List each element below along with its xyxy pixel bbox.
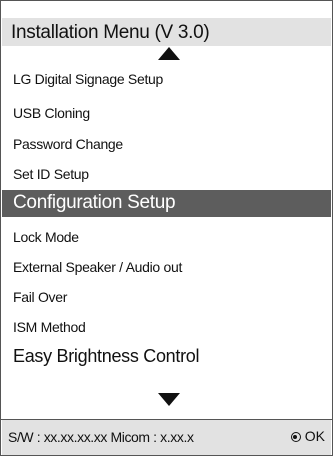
menu-item-usb-cloning[interactable]: USB Cloning (2, 101, 331, 125)
menu-title: Installation Menu (V 3.0) (11, 22, 210, 43)
software-version-text: S/W : xx.xx.xx.xx Micom : x.xx.x (8, 429, 194, 445)
ok-button-icon (290, 432, 301, 442)
menu-item-set-id-setup[interactable]: Set ID Setup (2, 162, 331, 186)
ok-button[interactable]: OK (290, 428, 325, 444)
footer-bar: S/W : xx.xx.xx.xx Micom : x.xx.x OK (2, 420, 331, 455)
menu-item-label: External Speaker / Audio out (13, 259, 183, 275)
menu-item-lock-mode[interactable]: Lock Mode (2, 225, 331, 249)
title-bar: Installation Menu (V 3.0) (2, 18, 331, 46)
menu-item-label: ISM Method (13, 319, 86, 335)
menu-item-lg-digital-signage-setup[interactable]: LG Digital Signage Setup (2, 67, 331, 91)
menu-item-label: Easy Brightness Control (13, 346, 200, 366)
menu-item-external-speaker-audio-out[interactable]: External Speaker / Audio out (2, 255, 331, 279)
ok-label: OK (304, 428, 325, 444)
scroll-down-arrow-icon[interactable] (158, 393, 180, 406)
menu-item-configuration-setup[interactable]: Configuration Setup (2, 190, 331, 217)
menu-item-easy-brightness-control[interactable]: Easy Brightness Control (2, 345, 331, 369)
menu-item-fail-over[interactable]: Fail Over (2, 285, 331, 309)
menu-item-label: Configuration Setup (13, 192, 176, 213)
menu-item-label: USB Cloning (13, 105, 90, 121)
menu-item-ism-method[interactable]: ISM Method (2, 315, 331, 339)
menu-item-label: Fail Over (13, 289, 68, 305)
menu-item-label: Lock Mode (13, 229, 79, 245)
menu-item-label: Set ID Setup (13, 166, 89, 182)
menu-item-label: LG Digital Signage Setup (13, 71, 164, 87)
menu-item-label: Password Change (13, 136, 123, 152)
scroll-up-arrow-icon[interactable] (158, 47, 180, 60)
installation-menu: Installation Menu (V 3.0) LG Digital Sig… (0, 0, 333, 456)
menu-item-password-change[interactable]: Password Change (2, 132, 331, 156)
